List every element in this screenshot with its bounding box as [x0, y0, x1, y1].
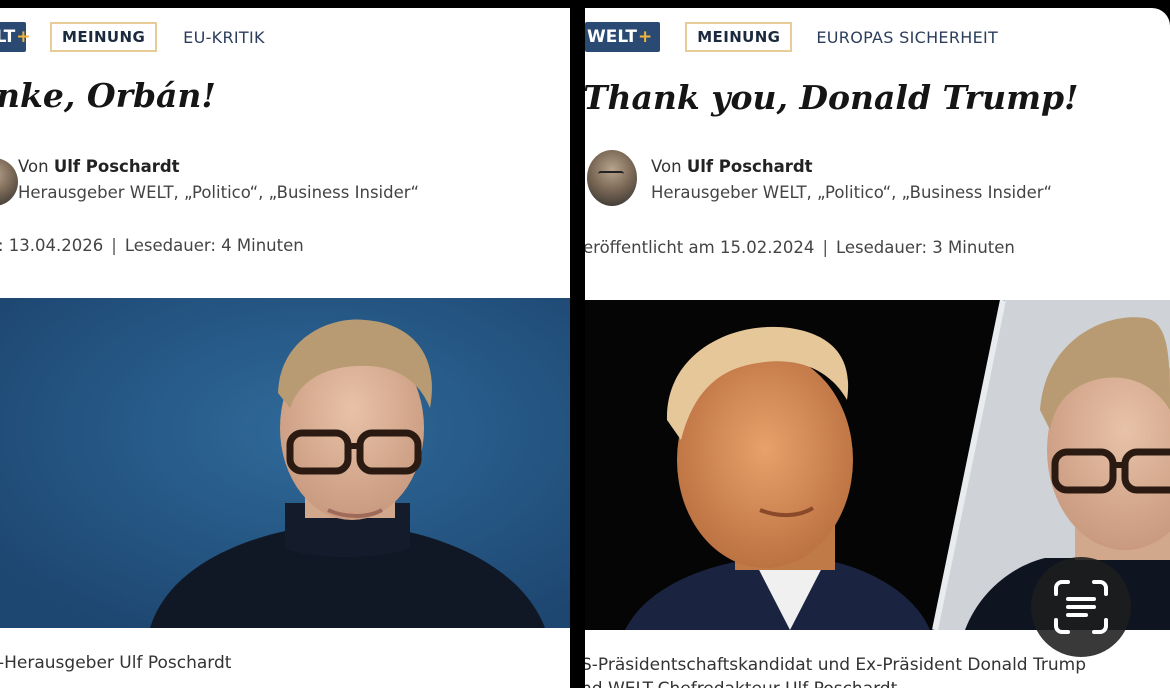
article-left: ELT+ MEINUNG EU-KRITIK nke, Orbán! Von U… [0, 8, 570, 688]
byline-prefix: Von [18, 157, 49, 176]
live-text-scan-icon [1054, 580, 1108, 634]
tag-row-left: ELT+ MEINUNG EU-KRITIK [0, 20, 265, 54]
top-black-bar [0, 0, 1170, 8]
byline-prefix: Von [651, 157, 682, 176]
article-photo-left[interactable] [0, 298, 570, 628]
reading-time: Lesedauer: 4 Minuten [124, 236, 304, 255]
article-headline: Thank you, Donald Trump! [585, 78, 1079, 117]
publish-date: : 13.04.2026 [0, 236, 104, 255]
welt-brand-text: WELT [587, 27, 637, 47]
welt-plus-badge[interactable]: ELT+ [0, 22, 30, 52]
portrait-poschardt-image [0, 298, 570, 628]
author-avatar [587, 150, 637, 206]
avatar-glasses [598, 171, 624, 180]
article-meta-left: : 13.04.2026 | Lesedauer: 4 Minuten [0, 236, 304, 255]
meinung-badge[interactable]: MEINUNG [685, 22, 793, 52]
caption-line-2: nd WELT-Chefredakteur Ulf Poschardt [585, 677, 1086, 688]
publish-date: eröffentlicht am 15.02.2024 [585, 238, 815, 257]
meta-separator: | [111, 236, 117, 255]
author-role: Herausgeber WELT, „Politico“, „Business … [651, 183, 1053, 202]
photo-caption-right: S-Präsidentschaftskandidat und Ex-Präsid… [585, 653, 1086, 688]
article-headline: nke, Orbán! [0, 76, 216, 115]
author-link[interactable]: Ulf Poschardt [687, 157, 813, 176]
meta-separator: | [822, 238, 828, 257]
article-meta-right: eröffentlicht am 15.02.2024 | Lesedauer: 3… [585, 238, 1015, 257]
author-avatar [0, 158, 18, 206]
byline-right: Von Ulf Poschardt Herausgeber WELT, „Pol… [651, 154, 1052, 206]
tag-row-right: WELT + MEINUNG EUROPAS SICHERHEIT [585, 20, 998, 54]
author-link[interactable]: Ulf Poschardt [54, 157, 180, 176]
topic-link[interactable]: EU-KRITIK [183, 28, 265, 47]
caption-line-1: S-Präsidentschaftskandidat und Ex-Präsid… [585, 655, 1087, 675]
live-text-scan-button[interactable] [1031, 557, 1131, 657]
panel-divider [570, 0, 585, 688]
welt-brand-text: ELT [0, 27, 16, 47]
meinung-badge[interactable]: MEINUNG [50, 22, 158, 52]
topic-link[interactable]: EUROPAS SICHERHEIT [816, 28, 998, 47]
author-role: Herausgeber WELT, „Politico“, „Business … [18, 183, 420, 202]
photo-caption-left: -Herausgeber Ulf Poschardt [0, 653, 232, 673]
welt-plus-sign: + [16, 27, 31, 47]
byline-left: Von Ulf Poschardt Herausgeber WELT, „Pol… [18, 154, 419, 206]
welt-plus-badge[interactable]: WELT + [585, 22, 661, 52]
welt-plus-sign: + [637, 27, 653, 47]
reading-time: Lesedauer: 3 Minuten [836, 238, 1015, 257]
